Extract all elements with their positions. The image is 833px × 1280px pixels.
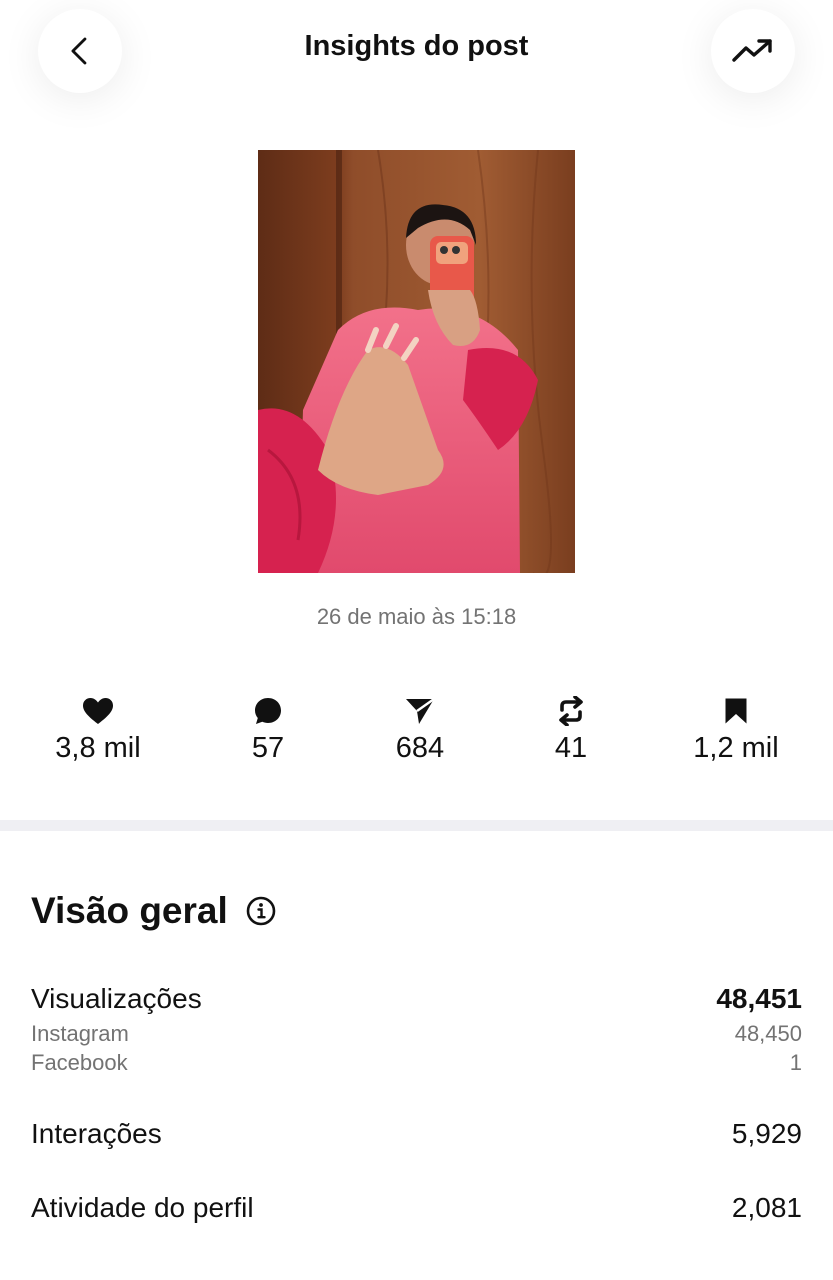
views-label: Visualizações bbox=[31, 983, 202, 1014]
comments-count: 57 bbox=[251, 732, 285, 764]
send-icon bbox=[406, 698, 435, 724]
facebook-value: 1 bbox=[789, 1050, 802, 1075]
likes-count: 3,8 mil bbox=[55, 732, 141, 764]
views-value: 48,451 bbox=[716, 983, 802, 1014]
stat-saves[interactable]: 1,2 mil bbox=[656, 694, 816, 765]
instagram-value: 48,450 bbox=[734, 1021, 802, 1046]
instagram-label: Instagram bbox=[31, 1021, 129, 1046]
stat-shares[interactable]: 684 bbox=[340, 694, 500, 765]
facebook-label: Facebook bbox=[31, 1050, 128, 1075]
stat-comments[interactable]: 57 bbox=[188, 694, 348, 765]
info-icon[interactable] bbox=[246, 896, 276, 926]
post-photo[interactable] bbox=[258, 150, 575, 573]
shares-count: 684 bbox=[395, 732, 445, 764]
section-divider bbox=[0, 820, 833, 831]
bookmark-icon bbox=[725, 698, 747, 724]
top-bar: Insights do post bbox=[0, 0, 833, 110]
stat-likes[interactable]: 3,8 mil bbox=[18, 694, 178, 765]
profile-activity-value: 2,081 bbox=[731, 1192, 802, 1223]
repost-icon bbox=[559, 696, 583, 726]
trending-button[interactable] bbox=[711, 9, 795, 93]
reposts-count: 41 bbox=[554, 732, 588, 764]
stat-reposts[interactable]: 41 bbox=[491, 694, 651, 765]
trending-up-icon bbox=[732, 39, 772, 62]
engagement-stats: 3,8 mil 57 684 41 1,2 mil bbox=[0, 694, 833, 774]
interactions-label: Interações bbox=[31, 1118, 162, 1149]
overview-title: Visão geral bbox=[31, 890, 276, 932]
interactions-value: 5,929 bbox=[731, 1118, 802, 1149]
heart-icon bbox=[83, 698, 113, 724]
saves-count: 1,2 mil bbox=[693, 732, 779, 764]
profile-activity-label: Atividade do perfil bbox=[31, 1192, 254, 1223]
post-photo-image bbox=[258, 150, 575, 573]
overview-title-text: Visão geral bbox=[31, 890, 228, 931]
comment-icon bbox=[255, 698, 281, 724]
page-title: Insights do post bbox=[304, 30, 529, 62]
post-date: 26 de maio às 15:18 bbox=[316, 604, 517, 629]
